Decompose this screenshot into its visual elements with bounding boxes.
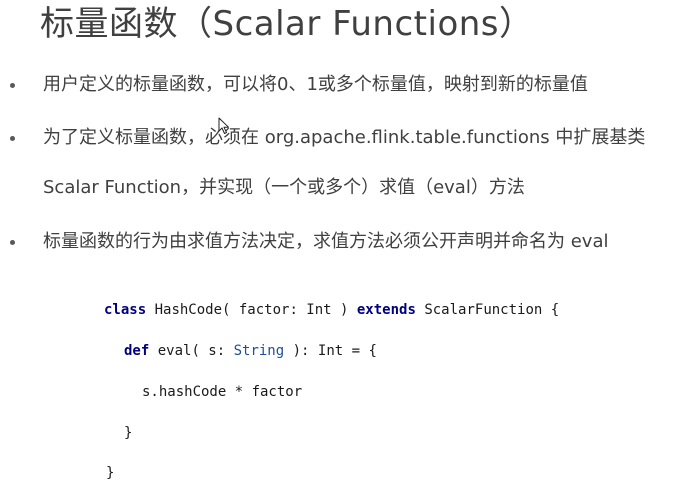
code-line-close-inner: } [124,425,133,441]
bullet-text: 标量函数的行为由求值方法决定，求值方法必须公开声明并命名为 eval [43,231,609,252]
bullet-text: 用户定义的标量函数，可以将0、1或多个标量值，映射到新的标量值 [43,74,588,95]
mouse-pointer-icon [218,117,229,134]
bullet-text: 为了定义标量函数，必须在 org.apache.flink.table.func… [43,127,646,148]
slide-title: 标量函数（Scalar Functions） [40,4,534,44]
code-line-body: s.hashCode * factor [142,384,303,400]
code-line-class: class HashCode( factor: Int ) extends Sc… [104,302,560,318]
bullet-dot [10,83,15,88]
code-line-def: def eval( s: String ): Int = { [124,343,377,359]
bullet-text-continued: Scalar Function，并实现（一个或多个）求值（eval）方法 [43,177,525,198]
code-line-close-outer: } [106,465,115,481]
bullet-dot [10,136,15,141]
bullet-dot [10,240,15,245]
